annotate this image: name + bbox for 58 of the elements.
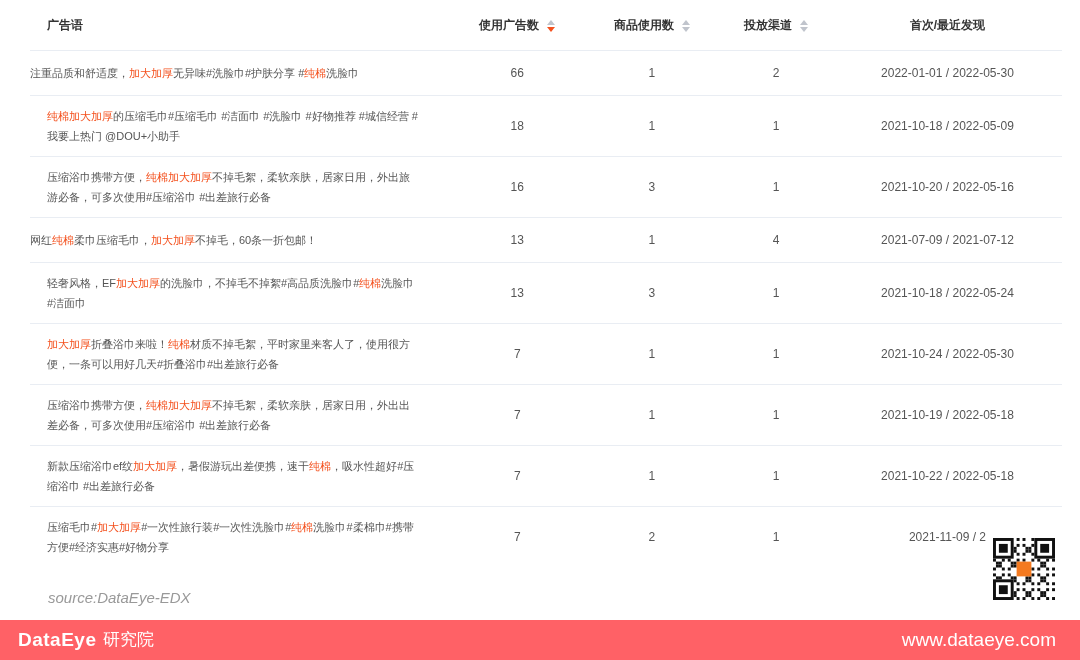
ad-count: 66 [510, 65, 524, 80]
sort-icon[interactable] [681, 19, 690, 32]
column-header[interactable]: 使用广告数 [479, 17, 540, 32]
website-text: www.dataeye.com [901, 627, 1056, 652]
ad-count: 7 [513, 468, 521, 483]
ad-count: 16 [510, 179, 524, 194]
ad-copy-text: 加大加厚折叠浴巾来啦！纯棉材质不掉毛絮，平时家里来客人了，使用很方便，一条可以用好几天#折叠浴巾#出差旅行必备 [47, 337, 410, 370]
product-count: 1 [648, 232, 656, 247]
ad-copy-text: 轻奢风格，EF加大加厚的洗脸巾，不掉毛不掉絮#高品质洗脸巾#纯棉洗脸巾 #洁面巾 [47, 276, 415, 309]
ad-count: 18 [510, 118, 524, 133]
product-count: 3 [648, 179, 656, 194]
ad-count: 13 [510, 232, 524, 247]
date-range: 2021-10-24 / 2022-05-30 [881, 346, 1014, 361]
brand-suffix: 研究院 [102, 629, 154, 652]
date-range: 2022-01-01 / 2022-05-30 [881, 65, 1014, 80]
product-count: 3 [648, 285, 656, 300]
ad-copy-text: 压缩浴巾携带方便，纯棉加大加厚不掉毛絮，柔软亲肤，居家日用，外出出差必备，可多次使用#压缩浴巾 #出差旅行必备 [47, 398, 410, 431]
product-count: 1 [648, 65, 656, 80]
date-range: 2021-10-20 / 2022-05-16 [881, 179, 1014, 194]
channel-count: 1 [772, 346, 780, 361]
ad-copy-text: 压缩浴巾携带方便，纯棉加大加厚不掉毛絮，柔软亲肤，居家日用，外出旅游必备，可多次使用#压缩浴巾 #出差旅行必备 [47, 170, 410, 203]
column-header: 广告语 [47, 17, 83, 32]
product-count: 1 [648, 468, 656, 483]
ad-copy-text: 纯棉加大加厚的压缩毛巾#压缩毛巾 #洁面巾 #洗脸巾 #好物推荐 #城信经营 #我要上热门 @DOU+小助手 [47, 109, 418, 142]
column-header: 首次/最近发现 [909, 17, 986, 32]
ad-copy-text: 压缩毛巾#加大加厚#一次性旅行装#一次性洗脸巾#纯棉洗脸巾#柔棉巾#携带方便#经济实惠#好物分享 [47, 520, 414, 553]
ad-count: 13 [510, 285, 524, 300]
ad-count: 7 [513, 529, 521, 544]
product-count: 1 [648, 407, 656, 422]
ad-count: 7 [513, 407, 521, 422]
column-header[interactable]: 投放渠道 [744, 17, 792, 32]
source-note: source:DataEye-EDX [47, 588, 192, 608]
channel-count: 4 [772, 232, 780, 247]
date-range: 2021-10-18 / 2022-05-24 [881, 285, 1014, 300]
ad-count: 7 [513, 346, 521, 361]
ad-copy-text: 网红纯棉柔巾压缩毛巾，加大加厚不掉毛，60条一折包邮！ [30, 233, 318, 246]
brand-logo: DataEye [18, 627, 97, 652]
date-range: 2021-07-09 / 2021-07-12 [881, 232, 1014, 247]
date-range: 2021-10-22 / 2022-05-18 [881, 468, 1014, 483]
channel-count: 2 [772, 65, 780, 80]
product-count: 2 [648, 529, 656, 544]
channel-count: 1 [772, 529, 780, 544]
sort-icon[interactable] [547, 19, 556, 32]
ad-copy-text: 注重品质和舒适度，加大加厚无异味#洗脸巾#护肤分享 #纯棉洗脸巾 [30, 66, 360, 79]
product-count: 1 [648, 118, 656, 133]
product-count: 1 [648, 346, 656, 361]
date-range: 2021-11-09 / 2 [908, 529, 987, 544]
ad-copy-text: 新款压缩浴巾ef纹加大加厚，暑假游玩出差便携，速干纯棉，吸水性超好#压缩浴巾 #出差旅行必备 [47, 459, 415, 492]
date-range: 2021-10-18 / 2022-05-09 [881, 118, 1014, 133]
channel-count: 1 [772, 468, 780, 483]
date-range: 2021-10-19 / 2022-05-18 [881, 407, 1014, 422]
channel-count: 1 [772, 285, 780, 300]
channel-count: 1 [772, 179, 780, 194]
channel-count: 1 [772, 407, 780, 422]
column-header[interactable]: 商品使用数 [613, 17, 674, 32]
qr-code-icon [993, 538, 1055, 600]
channel-count: 1 [772, 118, 780, 133]
sort-icon[interactable] [800, 19, 808, 32]
